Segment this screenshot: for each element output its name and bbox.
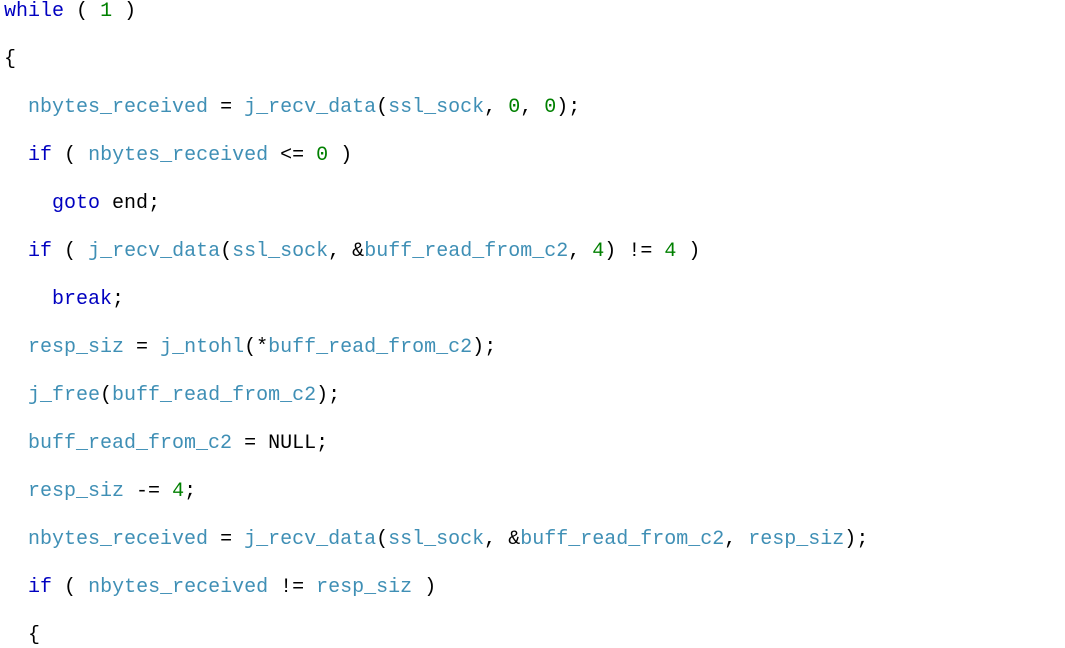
var-resp-siz: resp_siz bbox=[28, 336, 124, 359]
func-j-ntohl: j_ntohl bbox=[160, 336, 244, 359]
code-line: j_free(buff_read_from_c2); bbox=[4, 384, 1061, 408]
code-line: nbytes_received = j_recv_data(ssl_sock, … bbox=[4, 528, 1061, 552]
code-line: while ( 1 ) bbox=[4, 0, 1061, 24]
func-j-recv-data: j_recv_data bbox=[244, 96, 376, 119]
code-line: if ( nbytes_received <= 0 ) bbox=[4, 144, 1061, 168]
code-line: { bbox=[4, 48, 1061, 72]
keyword-while: while bbox=[4, 0, 64, 23]
code-line: resp_siz = j_ntohl(*buff_read_from_c2); bbox=[4, 336, 1061, 360]
decompiled-code-block: while ( 1 ) { nbytes_received = j_recv_d… bbox=[0, 0, 1065, 648]
code-line: buff_read_from_c2 = NULL; bbox=[4, 432, 1061, 456]
literal-one: 1 bbox=[100, 0, 112, 23]
label-end: end bbox=[112, 192, 148, 215]
code-line: { bbox=[4, 624, 1061, 648]
func-j-free: j_free bbox=[28, 384, 100, 407]
var-nbytes-received: nbytes_received bbox=[28, 96, 208, 119]
var-ssl-sock: ssl_sock bbox=[388, 96, 484, 119]
code-line: if ( nbytes_received != resp_siz ) bbox=[4, 576, 1061, 600]
code-line: resp_siz -= 4; bbox=[4, 480, 1061, 504]
code-line: goto end; bbox=[4, 192, 1061, 216]
code-line: if ( j_recv_data(ssl_sock, &buff_read_fr… bbox=[4, 240, 1061, 264]
literal-null: NULL bbox=[268, 432, 316, 455]
code-line: break; bbox=[4, 288, 1061, 312]
code-line: nbytes_received = j_recv_data(ssl_sock, … bbox=[4, 96, 1061, 120]
